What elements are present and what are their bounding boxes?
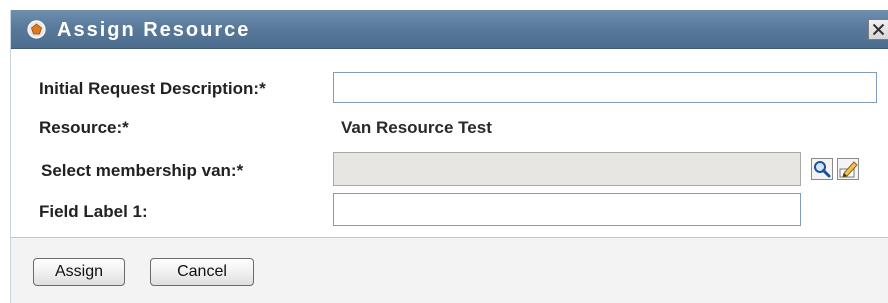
field-label-1: Field Label 1:: [39, 202, 148, 221]
description-input[interactable]: [333, 72, 877, 103]
assign-resource-dialog: Assign Resource Initial Request Descript…: [10, 10, 888, 303]
edit-button[interactable]: [837, 158, 859, 180]
lookup-button[interactable]: [811, 158, 833, 180]
description-label: Initial Request Description:*: [39, 79, 266, 98]
resource-badge-icon: [27, 20, 46, 39]
resource-value: Van Resource Test: [341, 118, 492, 137]
button-bar: Assign Cancel: [11, 238, 888, 303]
resource-label: Resource:*: [39, 118, 129, 137]
membership-label: Select membership van:*: [41, 161, 244, 180]
cancel-button[interactable]: Cancel: [150, 258, 254, 286]
dialog-titlebar[interactable]: Assign Resource: [11, 10, 888, 49]
edit-pencil-icon: [837, 158, 859, 180]
close-icon: [872, 23, 885, 36]
close-button[interactable]: [868, 19, 888, 40]
membership-input: [333, 152, 801, 186]
assign-button[interactable]: Assign: [33, 258, 125, 286]
dialog-title: Assign Resource: [57, 19, 251, 41]
magnifier-icon: [811, 158, 833, 180]
field-1-input[interactable]: [333, 193, 801, 226]
